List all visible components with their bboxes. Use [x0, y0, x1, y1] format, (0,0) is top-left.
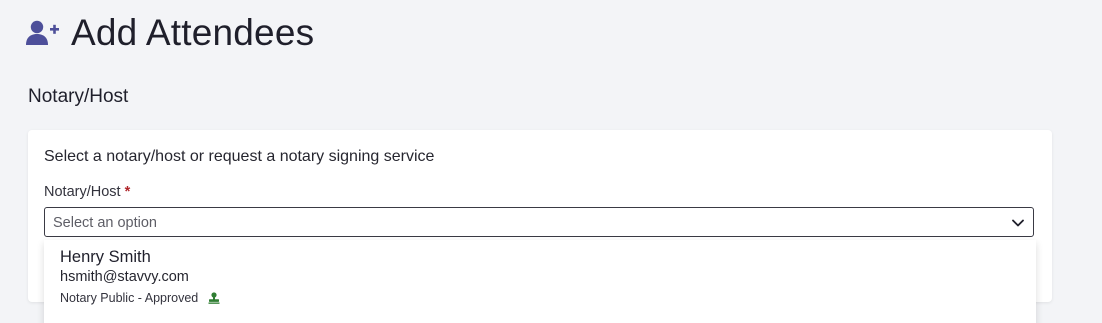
add-user-icon: [26, 18, 60, 48]
field-label-text: Notary/Host: [44, 184, 121, 200]
chevron-down-icon[interactable]: [1011, 216, 1025, 230]
notary-host-dropdown: Henry Smith hsmith@stavvy.com Notary Pub…: [44, 240, 1036, 323]
notary-host-select[interactable]: Select an option: [44, 207, 1034, 237]
page: Add Attendees Notary/Host Select a notar…: [0, 0, 1102, 323]
dropdown-option-henry-smith[interactable]: Henry Smith hsmith@stavvy.com Notary Pub…: [44, 240, 1036, 323]
option-email: hsmith@stavvy.com: [60, 269, 189, 285]
option-role-text: Notary Public - Approved: [60, 291, 199, 305]
option-role: Notary Public - Approved: [60, 291, 220, 305]
option-name: Henry Smith: [60, 248, 151, 266]
section-title: Notary/Host: [28, 86, 129, 107]
required-marker: *: [124, 184, 131, 200]
card-description: Select a notary/host or request a notary…: [44, 148, 435, 165]
page-header: Add Attendees: [26, 12, 314, 54]
notary-host-field-label: Notary/Host *: [44, 184, 130, 200]
page-title: Add Attendees: [71, 12, 315, 53]
stamp-icon: [208, 292, 220, 304]
select-placeholder: Select an option: [53, 215, 157, 231]
